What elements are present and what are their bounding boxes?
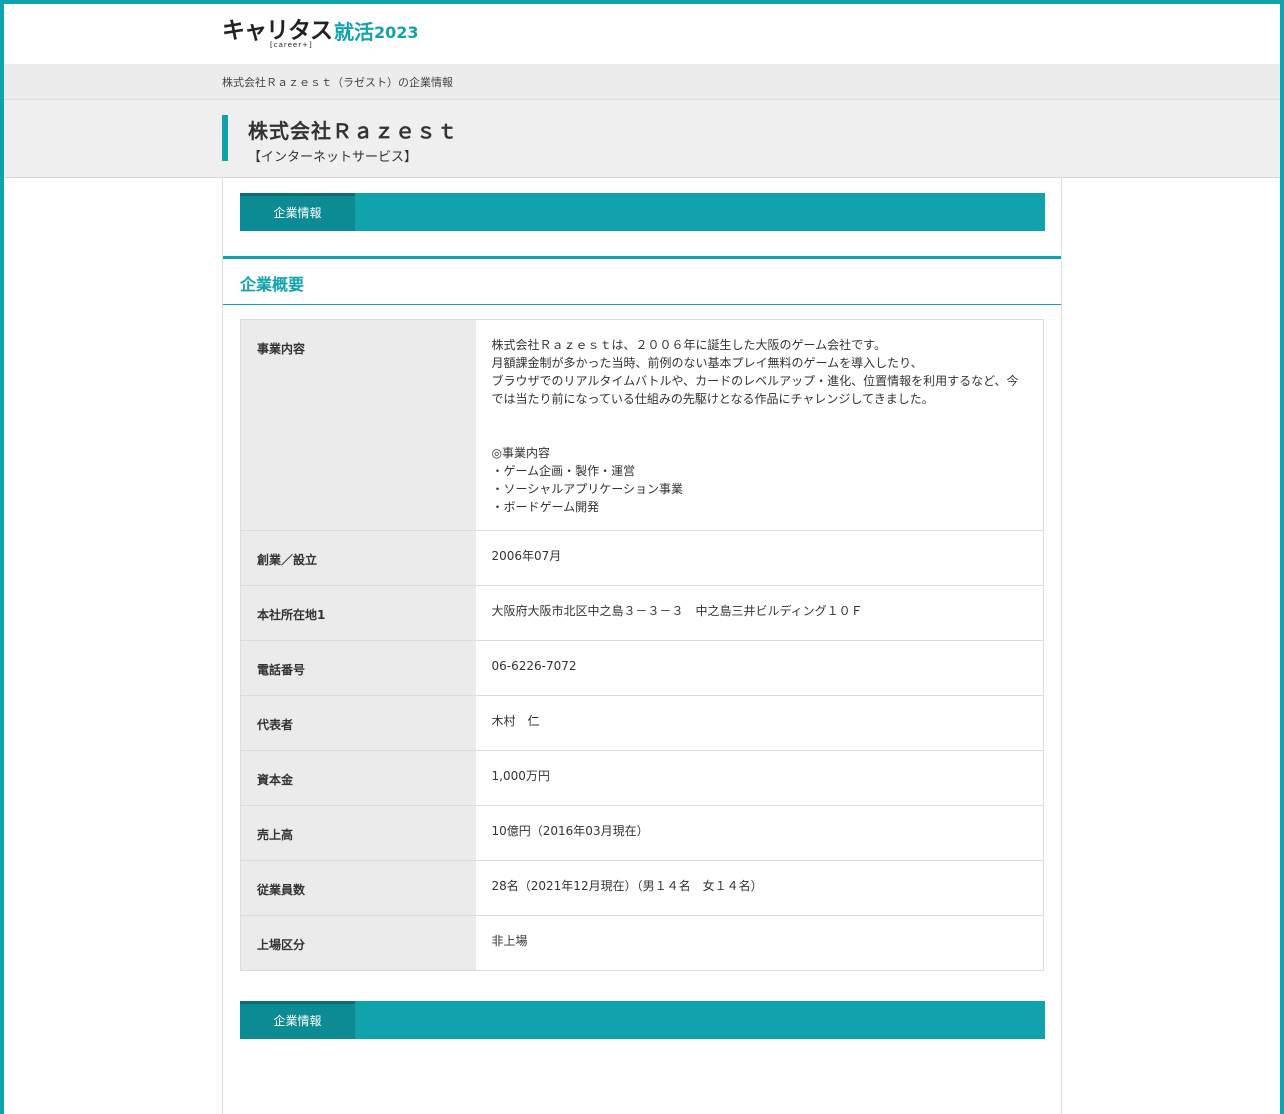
row-label: 創業／設立 bbox=[240, 530, 476, 586]
row-value: 木村 仁 bbox=[475, 695, 1044, 751]
main-content: 企業情報 企業概要 事業内容 株式会社Ｒａｚｅｓｔは、２００６年に誕生した大阪の… bbox=[222, 178, 1062, 1114]
table-row: 創業／設立 2006年07月 bbox=[240, 530, 1044, 586]
breadcrumb: 株式会社Ｒａｚｅｓｔ（ラゼスト）の企業情報 bbox=[222, 76, 453, 89]
row-label: 従業員数 bbox=[240, 860, 476, 916]
row-label: 本社所在地1 bbox=[240, 585, 476, 641]
table-row: 資本金 1,000万円 bbox=[240, 750, 1044, 806]
row-value: 大阪府大阪市北区中之島３－３－３ 中之島三井ビルディング１０Ｆ bbox=[475, 585, 1044, 641]
row-value: 28名（2021年12月現在）（男１４名 女１４名） bbox=[475, 860, 1044, 916]
logo-sub-text: [career+] bbox=[270, 41, 313, 49]
breadcrumb-bar: 株式会社Ｒａｚｅｓｔ（ラゼスト）の企業情報 bbox=[4, 64, 1280, 100]
tab-company-info[interactable]: 企業情報 bbox=[240, 193, 355, 231]
top-header: キャリタス [career+] 就活 2023 bbox=[0, 0, 1284, 60]
row-label: 代表者 bbox=[240, 695, 476, 751]
row-label: 事業内容 bbox=[240, 319, 476, 531]
table-row: 本社所在地1 大阪府大阪市北区中之島３－３－３ 中之島三井ビルディング１０Ｆ bbox=[240, 585, 1044, 641]
title-accent-bar bbox=[222, 115, 228, 161]
table-row: 電話番号 06-6226-7072 bbox=[240, 640, 1044, 696]
tab-bar-bottom: 企業情報 bbox=[240, 1001, 1045, 1039]
table-row: 上場区分 非上場 bbox=[240, 915, 1044, 971]
row-value: 10億円（2016年03月現在） bbox=[475, 805, 1044, 861]
site-logo[interactable]: キャリタス [career+] 就活 2023 bbox=[222, 18, 419, 52]
row-value: 2006年07月 bbox=[475, 530, 1044, 586]
row-value: 06-6226-7072 bbox=[475, 640, 1044, 696]
table-row: 売上高 10億円（2016年03月現在） bbox=[240, 805, 1044, 861]
row-value: 1,000万円 bbox=[475, 750, 1044, 806]
section-title: 企業概要 bbox=[240, 275, 305, 294]
company-name: 株式会社Ｒａｚｅｓｔ bbox=[248, 119, 458, 143]
row-label: 上場区分 bbox=[240, 915, 476, 971]
tab-company-info-bottom[interactable]: 企業情報 bbox=[240, 1001, 355, 1039]
row-label: 電話番号 bbox=[240, 640, 476, 696]
section-header: 企業概要 bbox=[223, 256, 1061, 305]
logo-accent-text: 就活 bbox=[334, 20, 374, 44]
company-overview-table: 事業内容 株式会社Ｒａｚｅｓｔは、２００６年に誕生した大阪のゲーム会社です。 月… bbox=[240, 319, 1044, 971]
company-industry: 【インターネットサービス】 bbox=[248, 150, 418, 165]
tab-bar-top: 企業情報 bbox=[240, 193, 1045, 231]
row-label: 資本金 bbox=[240, 750, 476, 806]
table-row: 従業員数 28名（2021年12月現在）（男１４名 女１４名） bbox=[240, 860, 1044, 916]
company-header: 株式会社Ｒａｚｅｓｔ 【インターネットサービス】 bbox=[4, 100, 1280, 178]
logo-year-text: 2023 bbox=[374, 23, 419, 42]
table-row: 代表者 木村 仁 bbox=[240, 695, 1044, 751]
row-value: 株式会社Ｒａｚｅｓｔは、２００６年に誕生した大阪のゲーム会社です。 月額課金制が… bbox=[475, 319, 1044, 531]
row-label: 売上高 bbox=[240, 805, 476, 861]
row-value: 非上場 bbox=[475, 915, 1044, 971]
table-row: 事業内容 株式会社Ｒａｚｅｓｔは、２００６年に誕生した大阪のゲーム会社です。 月… bbox=[240, 319, 1044, 531]
